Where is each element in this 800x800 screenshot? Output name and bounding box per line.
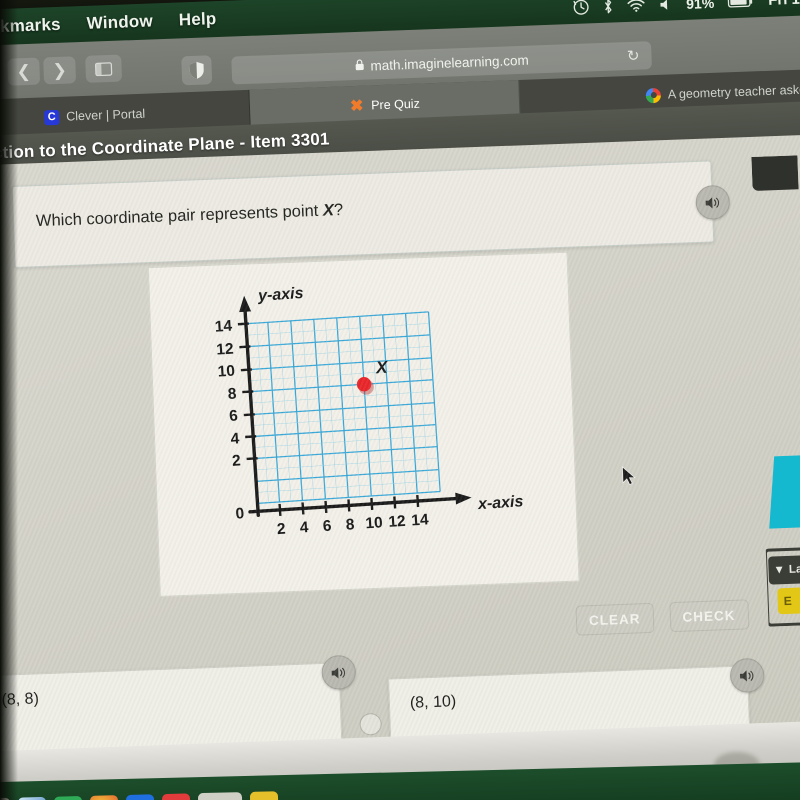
data-point-x: X: [356, 358, 390, 395]
svg-text:6: 6: [322, 518, 332, 536]
privacy-shield-icon[interactable]: [181, 55, 213, 86]
url-text: math.imaginelearning.com: [370, 52, 530, 73]
enter-button[interactable]: E: [777, 586, 800, 615]
question-variable: X: [322, 201, 335, 220]
menu-window[interactable]: Window: [86, 11, 153, 33]
battery-icon[interactable]: [727, 0, 753, 9]
imagine-learning-icon: ✖: [349, 97, 364, 116]
dock-icon-mail[interactable]: [125, 794, 155, 800]
y-tick-labels: 14 12 10 8 6 4 2 0: [214, 318, 245, 523]
lock-icon: [354, 58, 365, 73]
y-axis-title: y-axis: [257, 285, 304, 305]
answer-option-1-radio[interactable]: [359, 712, 383, 736]
answer-option-2-text: (8, 10): [409, 693, 457, 712]
tab-label: Pre Quiz: [370, 96, 421, 113]
svg-text:12: 12: [216, 341, 234, 359]
sidebar-icon[interactable]: [85, 54, 123, 83]
svg-text:8: 8: [345, 516, 355, 534]
check-button[interactable]: CHECK: [668, 599, 749, 633]
question-card: Which coordinate pair represents point X…: [11, 160, 731, 268]
mouse-cursor: [621, 465, 636, 486]
coordinate-plane-chart: y-axis x-axis 14 12 10 8 6 4 2 0 2 4 6 8…: [214, 285, 524, 538]
action-buttons: CLEAR CHECK: [575, 599, 749, 636]
side-panel-accent: [769, 454, 800, 529]
question-audio-button[interactable]: [695, 184, 731, 220]
svg-text:0: 0: [235, 505, 245, 523]
svg-text:10: 10: [365, 514, 383, 532]
svg-text:4: 4: [230, 430, 240, 448]
wifi-icon[interactable]: [626, 0, 646, 13]
clever-icon: C: [43, 109, 60, 125]
coordinate-plane-card: y-axis x-axis 14 12 10 8 6 4 2 0 2 4 6 8…: [147, 251, 580, 597]
svg-text:2: 2: [232, 452, 242, 470]
x-tick-labels: 2 4 6 8 10 12 14: [276, 511, 429, 538]
reload-icon[interactable]: ↻: [627, 47, 640, 65]
dock-icon-notes-yellow[interactable]: [249, 791, 279, 800]
chevron-right-icon[interactable]: ❯: [43, 56, 77, 85]
svg-text:14: 14: [411, 511, 430, 529]
menu-help[interactable]: Help: [178, 9, 216, 30]
time-machine-icon[interactable]: [572, 0, 590, 16]
question-prefix: Which coordinate pair represents point: [35, 201, 324, 231]
svg-text:2: 2: [276, 521, 286, 539]
battery-percent: 91%: [685, 0, 715, 12]
svg-text:12: 12: [388, 513, 406, 531]
svg-text:4: 4: [299, 519, 309, 537]
dock-icon-youtube[interactable]: [161, 793, 191, 800]
lesson-page: Which coordinate pair represents point X…: [0, 134, 800, 786]
grid-lines: [245, 311, 441, 504]
dock-icon-photos[interactable]: [89, 795, 119, 800]
svg-text:6: 6: [229, 407, 239, 425]
x-axis-arrow: [455, 492, 472, 505]
volume-icon[interactable]: [658, 0, 674, 11]
dock-icon-messages[interactable]: [53, 796, 83, 800]
side-panel-header: [751, 155, 799, 191]
answer-2-audio-button[interactable]: [729, 657, 765, 694]
clear-button[interactable]: CLEAR: [575, 602, 655, 636]
tab-label: Clever | Portal: [65, 106, 146, 124]
language-dropdown[interactable]: ▼ Lan: [768, 554, 800, 585]
y-axis-arrow: [239, 295, 252, 313]
screenshot-root: kmarks Window Help 91% Fri 1:03: [0, 0, 800, 800]
answer-1-audio-button[interactable]: [321, 654, 357, 690]
lid-edge-shadow: [0, 0, 18, 800]
menubar-clock[interactable]: Fri 1:03: [768, 0, 800, 9]
question-text: Which coordinate pair represents point X…: [36, 201, 344, 231]
language-dropdown-label: Lan: [788, 563, 800, 576]
question-suffix: ?: [333, 200, 344, 220]
svg-text:8: 8: [227, 385, 237, 403]
menubar-status-items: 91% Fri 1:03: [572, 0, 800, 16]
axes: [243, 306, 462, 518]
dock-icon-window[interactable]: [197, 792, 243, 800]
bluetooth-icon[interactable]: [602, 0, 614, 15]
x-axis-title: x-axis: [477, 493, 524, 513]
svg-text:14: 14: [214, 318, 233, 336]
google-icon: [645, 87, 662, 103]
caret-down-icon: ▼: [773, 564, 786, 577]
menubar-menus: kmarks Window Help: [0, 9, 217, 37]
tab-label: A geometry teacher aske: [667, 82, 800, 102]
svg-text:10: 10: [217, 363, 235, 381]
